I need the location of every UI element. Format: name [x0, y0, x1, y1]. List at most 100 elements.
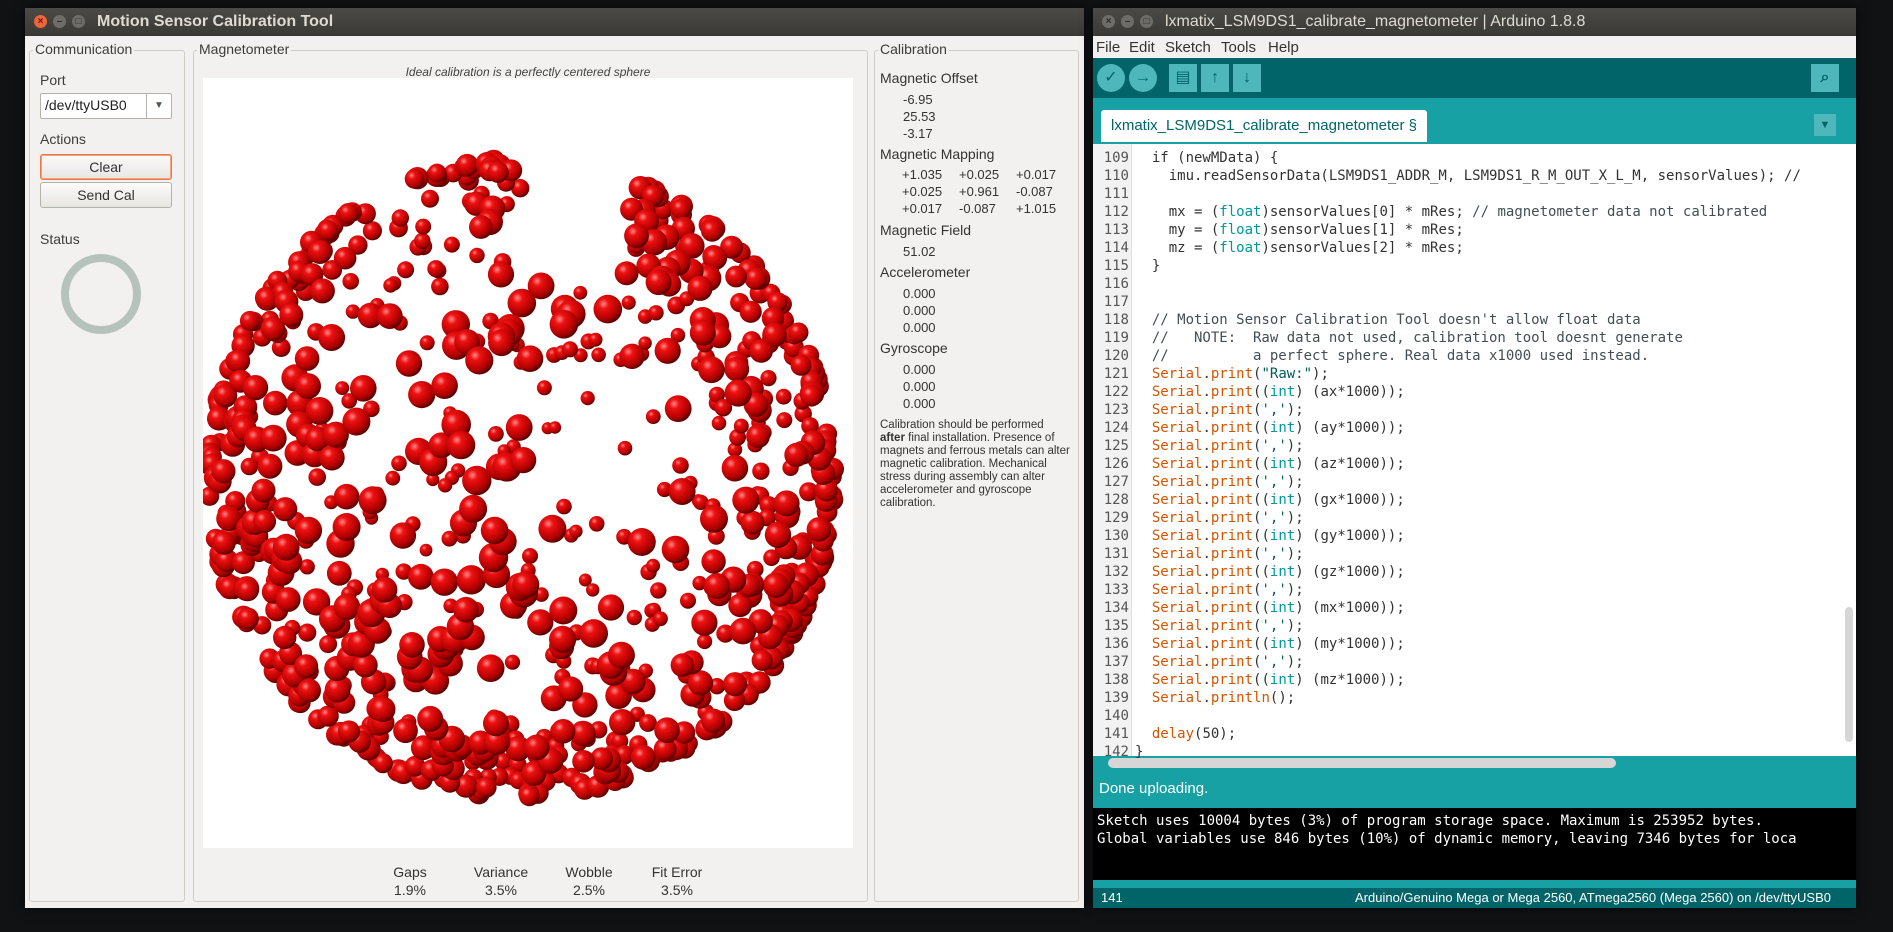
- magnetometer-plot[interactable]: [198, 78, 853, 848]
- code-text: Serial.print((int) (gx*1000));: [1135, 491, 1405, 509]
- code-token: Serial: [1151, 384, 1203, 400]
- sample-point: [724, 379, 752, 407]
- code-token: Serial: [1151, 654, 1203, 670]
- close-icon[interactable]: ×: [1102, 15, 1115, 28]
- sample-point: [646, 558, 661, 573]
- sample-point: [536, 380, 552, 396]
- sample-point: [455, 153, 479, 177]
- line-number: 141: [1103, 726, 1129, 742]
- maximize-icon[interactable]: □: [1140, 15, 1153, 28]
- minimize-icon[interactable]: –: [1121, 15, 1134, 28]
- code-token: ();: [1269, 690, 1296, 706]
- clear-button[interactable]: Clear: [40, 154, 172, 180]
- calibration-note: Calibration should be performed after fi…: [880, 419, 1070, 510]
- menu-edit[interactable]: Edit: [1129, 39, 1155, 56]
- sample-point: [593, 294, 623, 324]
- code-token: print: [1210, 618, 1254, 634]
- menu-file[interactable]: File: [1096, 39, 1120, 56]
- sample-point: [259, 424, 287, 452]
- sketch-tab[interactable]: lxmatix_LSM9DS1_calibrate_magnetometer §: [1101, 110, 1427, 142]
- sample-point: [672, 457, 689, 474]
- save-icon[interactable]: ↓: [1233, 64, 1261, 92]
- gyro-z: 0.000: [903, 396, 936, 411]
- line-number: 120: [1103, 348, 1129, 364]
- code-token: ',': [1261, 474, 1287, 490]
- code-text: if (newMData) {: [1135, 149, 1278, 167]
- code-text: Serial.print((int) (ax*1000));: [1135, 383, 1405, 401]
- code-editor[interactable]: 109 if (newMData) {110 imu.readSensorDat…: [1093, 144, 1856, 768]
- sample-point: [417, 705, 444, 732]
- arduino-ide-window: × – □ lxmatix_LSM9DS1_calibrate_magnetom…: [1093, 8, 1856, 908]
- arduino-titlebar[interactable]: × – □ lxmatix_LSM9DS1_calibrate_magnetom…: [1093, 8, 1856, 36]
- sample-point: [701, 549, 726, 574]
- code-token: .: [1202, 564, 1211, 580]
- sample-point: [456, 565, 486, 595]
- code-token: )sensorValues[1] * mRes;: [1261, 222, 1464, 238]
- sample-point: [332, 513, 361, 541]
- maximize-icon[interactable]: □: [72, 15, 85, 28]
- note-text: final installation. Presence of magnets …: [880, 432, 1070, 509]
- console-output[interactable]: Sketch uses 10004 bytes (3%) of program …: [1093, 808, 1856, 880]
- sample-point: [724, 356, 750, 382]
- code-token: int: [1269, 636, 1296, 652]
- mapping-cell: +0.025: [959, 167, 1000, 182]
- sample-point: [790, 354, 812, 376]
- verify-icon[interactable]: ✓: [1097, 64, 1125, 92]
- menu-sketch[interactable]: Sketch: [1165, 39, 1211, 56]
- tab-menu-icon[interactable]: ▼: [1814, 114, 1836, 136]
- communication-label: Communication: [33, 41, 135, 57]
- sample-point: [305, 397, 334, 425]
- send-cal-button[interactable]: Send Cal: [40, 182, 172, 208]
- metric-label: Variance: [473, 864, 529, 880]
- code-token: // a perfect sphere. Real data x1000 use…: [1135, 348, 1650, 364]
- code-token: ',': [1261, 438, 1287, 454]
- line-number: 109: [1103, 150, 1129, 166]
- sample-point: [558, 676, 584, 702]
- sample-point: [333, 246, 357, 270]
- code-token: ) (gz*1000));: [1295, 564, 1405, 580]
- sample-point: [431, 372, 458, 400]
- new-file-icon[interactable]: ▤: [1169, 64, 1197, 92]
- sample-point: [597, 594, 625, 621]
- cal-titlebar[interactable]: × – □ Motion Sensor Calibration Tool: [25, 8, 1084, 36]
- code-token: print: [1210, 420, 1254, 436]
- sample-point: [654, 337, 681, 364]
- chevron-down-icon[interactable]: ▼: [146, 94, 171, 118]
- vertical-scrollbar[interactable]: [1845, 147, 1853, 742]
- minimize-icon[interactable]: –: [53, 15, 66, 28]
- sample-point: [548, 421, 562, 434]
- metric-label: Gaps: [393, 864, 427, 880]
- scroll-thumb[interactable]: [1108, 758, 1616, 768]
- close-icon[interactable]: ×: [34, 15, 47, 28]
- sample-point: [522, 548, 538, 564]
- code-token: print: [1210, 600, 1254, 616]
- code-token: int: [1269, 564, 1296, 580]
- open-icon[interactable]: ↑: [1201, 64, 1229, 92]
- horizontal-scrollbar[interactable]: [1108, 756, 1833, 768]
- port-select[interactable]: /dev/ttyUSB0 ▼: [40, 93, 172, 119]
- sample-point: [443, 236, 460, 253]
- line-number: 114: [1103, 240, 1129, 256]
- code-text: mz = (float)sensorValues[2] * mRes;: [1135, 239, 1464, 257]
- sample-point: [588, 516, 605, 532]
- code-token: print: [1210, 438, 1254, 454]
- metric-value: 3.5%: [485, 882, 517, 898]
- sample-point: [670, 653, 695, 677]
- accelerometer-label: Accelerometer: [880, 264, 971, 280]
- upload-icon[interactable]: →: [1129, 64, 1157, 92]
- serial-monitor-icon[interactable]: ⌕: [1811, 64, 1839, 92]
- scroll-thumb[interactable]: [1845, 607, 1853, 742]
- sample-point: [701, 708, 726, 733]
- line-number: 117: [1103, 294, 1129, 310]
- cal-window-title: Motion Sensor Calibration Tool: [97, 13, 334, 30]
- code-token: int: [1269, 492, 1296, 508]
- menu-tools[interactable]: Tools: [1221, 39, 1256, 56]
- code-text: Serial.print(',');: [1135, 581, 1304, 599]
- sample-point: [624, 223, 649, 249]
- sample-point: [430, 568, 459, 596]
- menu-help[interactable]: Help: [1268, 39, 1299, 56]
